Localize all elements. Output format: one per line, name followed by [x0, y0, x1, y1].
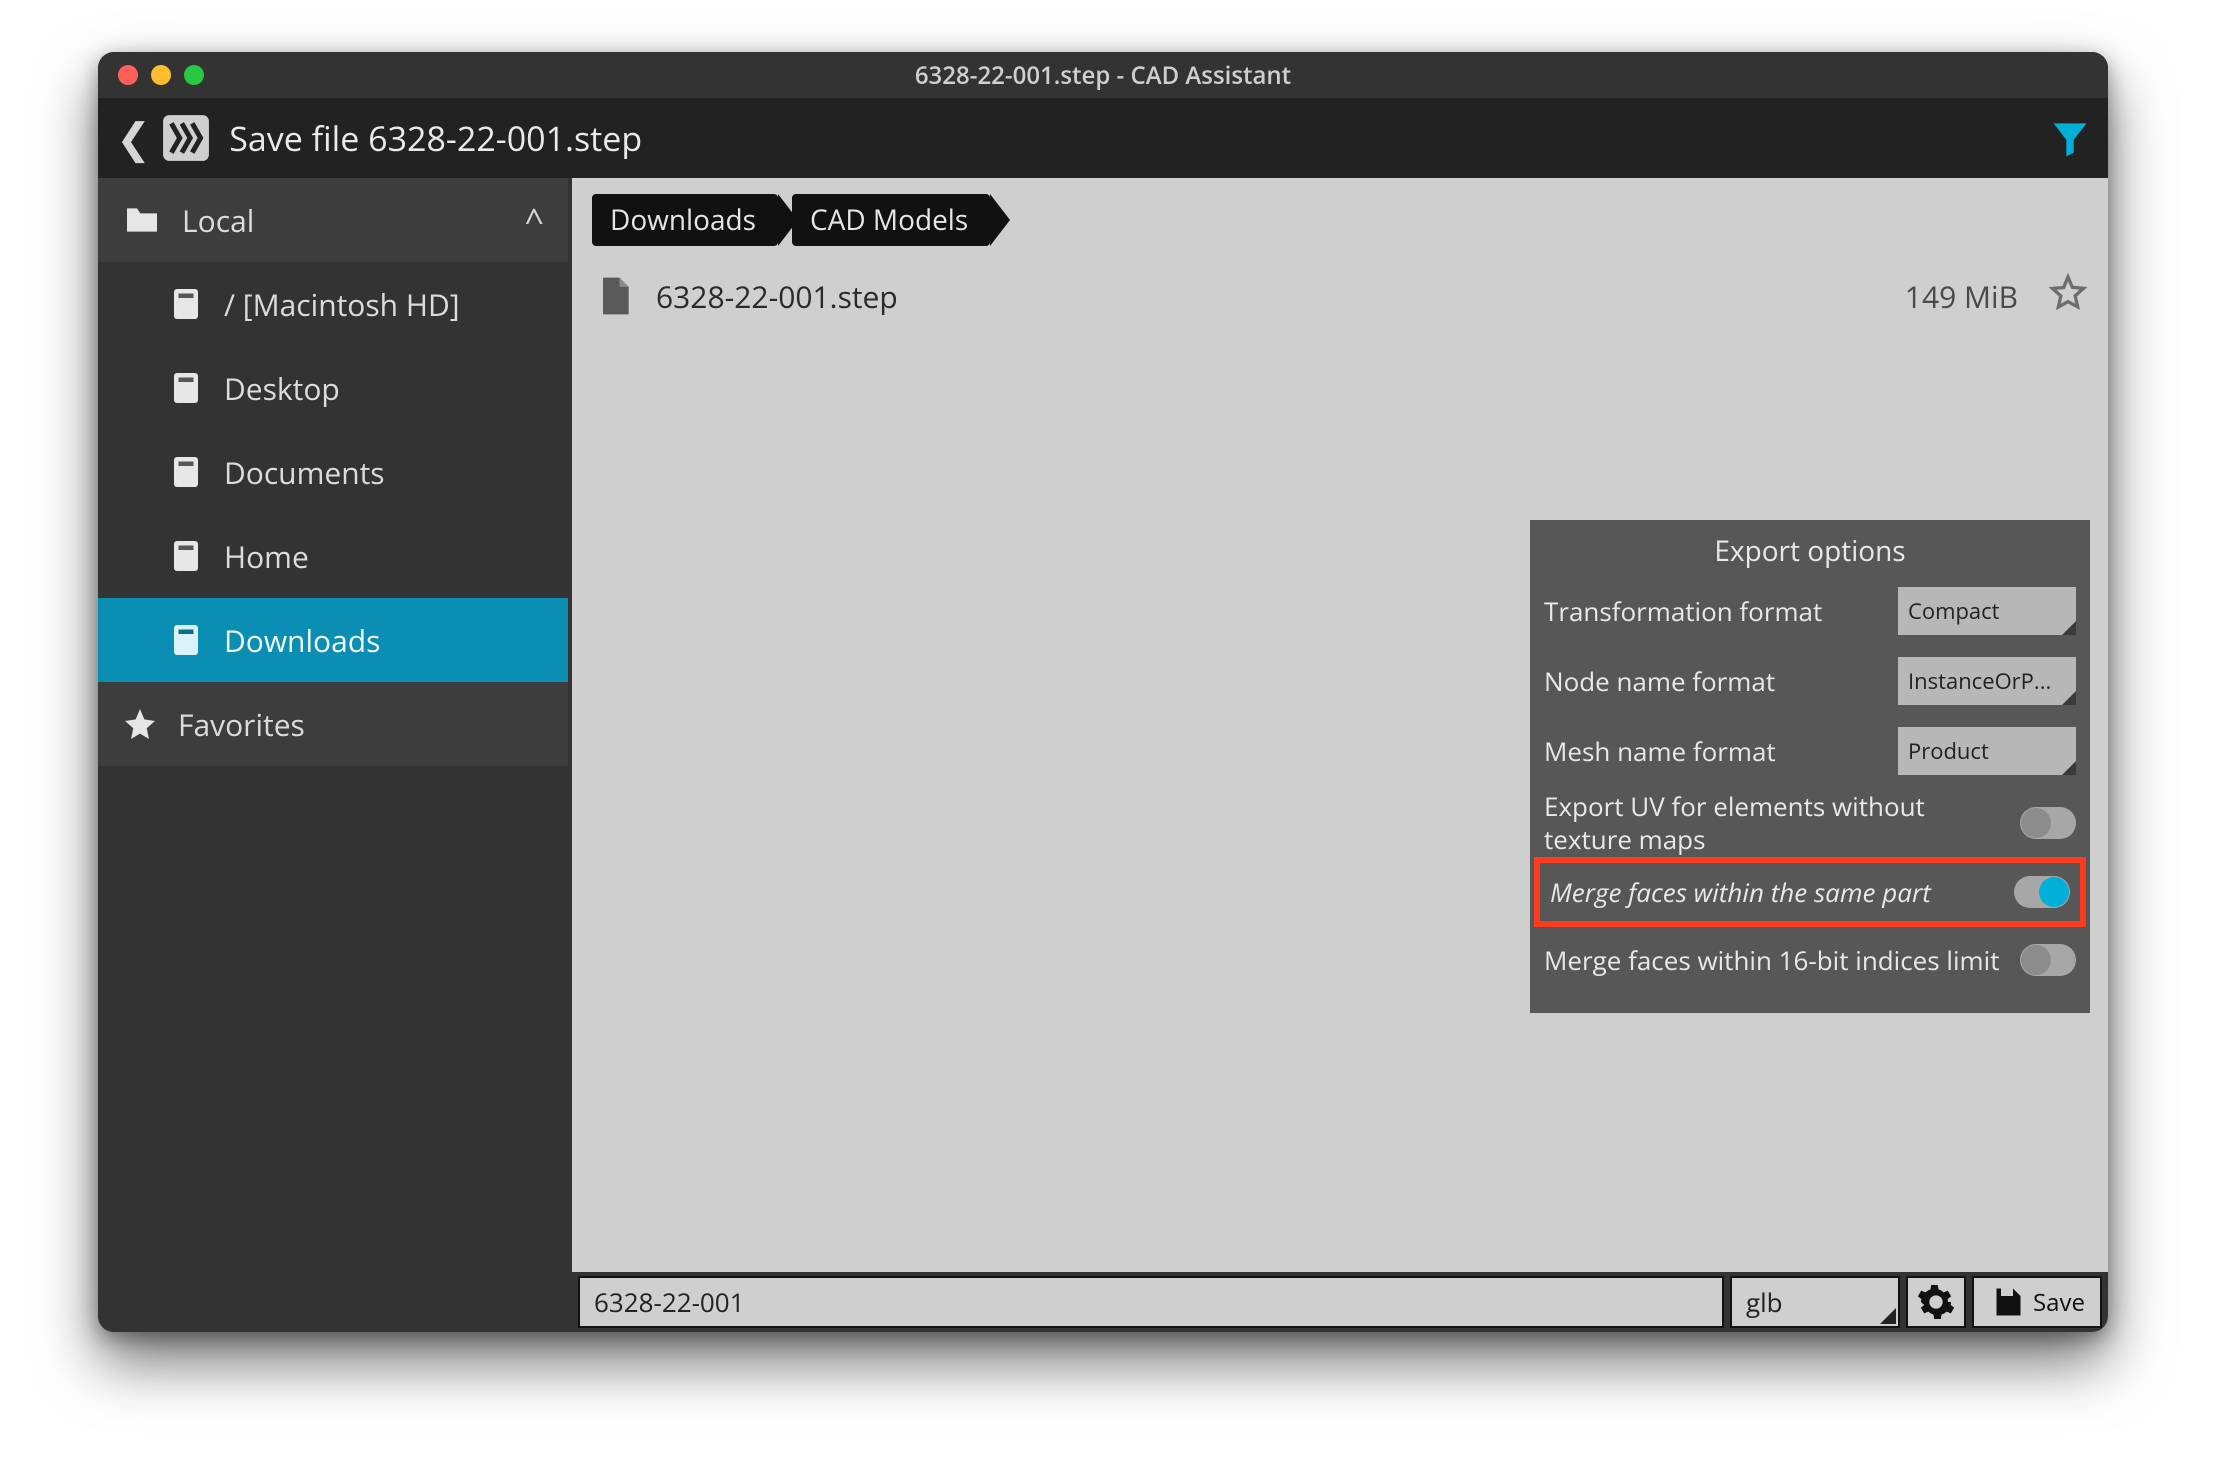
option-label: Merge faces within 16-bit indices limit: [1544, 944, 2010, 977]
option-label: Transformation format: [1544, 595, 1888, 628]
drive-icon: [168, 538, 204, 574]
funnel-icon: [2048, 116, 2092, 160]
back-button[interactable]: ❮: [114, 117, 153, 159]
node-name-format-select[interactable]: InstanceOrP...: [1898, 657, 2076, 705]
export-uv-toggle[interactable]: [2020, 807, 2076, 839]
star-outline-icon: [2048, 272, 2088, 312]
sidebar-root-label: Local: [182, 200, 254, 241]
merge-16bit-toggle[interactable]: [2020, 944, 2076, 976]
close-window-button[interactable]: [118, 65, 138, 85]
page-title: Save file 6328-22-001.step: [229, 115, 2040, 161]
option-mesh-name-format: Mesh name format Product: [1544, 716, 2076, 786]
gear-icon: [1916, 1282, 1956, 1322]
chevron-left-icon: ❮: [116, 109, 151, 166]
sidebar-favorites[interactable]: Favorites: [98, 682, 568, 766]
export-options-panel: Export options Transformation format Com…: [1530, 520, 2090, 1013]
option-label: Node name format: [1544, 665, 1888, 698]
zoom-window-button[interactable]: [184, 65, 204, 85]
drive-icon: [168, 622, 204, 658]
option-label: Export UV for elements without texture m…: [1544, 790, 2010, 855]
titlebar: 6328-22-001.step - CAD Assistant: [98, 52, 2108, 98]
file-size: 149 MiB: [1905, 276, 2018, 317]
drive-icon: [168, 454, 204, 490]
option-transformation-format: Transformation format Compact: [1544, 576, 2076, 646]
option-label: Mesh name format: [1544, 735, 1888, 768]
transformation-format-select[interactable]: Compact: [1898, 587, 2076, 635]
export-options-title: Export options: [1544, 528, 2076, 576]
window-controls: [118, 65, 204, 85]
drive-icon: [168, 370, 204, 406]
save-icon: [1989, 1284, 2025, 1320]
file-row[interactable]: 6328-22-001.step 149 MiB: [592, 260, 2088, 332]
sidebar-item-label: Documents: [224, 452, 385, 493]
drive-icon: [168, 286, 204, 322]
app-window: 6328-22-001.step - CAD Assistant ❮ Save …: [98, 52, 2108, 1332]
format-select[interactable]: glb: [1730, 1276, 1900, 1328]
save-button[interactable]: Save: [1972, 1276, 2102, 1328]
main-panel: Downloads CAD Models 6328-22-001.step 14…: [568, 178, 2108, 1332]
breadcrumb-downloads[interactable]: Downloads: [592, 194, 778, 246]
settings-button[interactable]: [1906, 1276, 1966, 1328]
save-button-label: Save: [2033, 1286, 2085, 1319]
file-icon: [592, 274, 636, 318]
minimize-window-button[interactable]: [151, 65, 171, 85]
breadcrumb-cad-models[interactable]: CAD Models: [792, 194, 990, 246]
sidebar-item-downloads[interactable]: Downloads: [98, 598, 568, 682]
save-footer: 6328-22-001 glb Save: [572, 1272, 2108, 1332]
app-header: ❮ Save file 6328-22-001.step: [98, 98, 2108, 178]
option-node-name-format: Node name format InstanceOrP...: [1544, 646, 2076, 716]
sidebar: Local ^ / [Macintosh HD] Desktop: [98, 178, 568, 1332]
sidebar-item-documents[interactable]: Documents: [98, 430, 568, 514]
mesh-name-format-select[interactable]: Product: [1898, 727, 2076, 775]
sidebar-item-label: / [Macintosh HD]: [224, 284, 460, 325]
sidebar-item-label: Desktop: [224, 368, 340, 409]
app-logo-icon: [161, 113, 211, 163]
sidebar-root-local[interactable]: Local ^: [98, 178, 568, 262]
filter-button[interactable]: [2048, 116, 2092, 160]
filename-input[interactable]: 6328-22-001: [578, 1276, 1724, 1328]
option-export-uv: Export UV for elements without texture m…: [1544, 786, 2076, 859]
sidebar-item-macintosh-hd[interactable]: / [Macintosh HD]: [98, 262, 568, 346]
sidebar-favorites-label: Favorites: [178, 704, 305, 745]
file-name: 6328-22-001.step: [656, 276, 898, 317]
window-title: 6328-22-001.step - CAD Assistant: [98, 59, 2108, 92]
sidebar-item-label: Downloads: [224, 620, 380, 661]
option-merge-16bit: Merge faces within 16-bit indices limit: [1544, 925, 2076, 995]
sidebar-item-home[interactable]: Home: [98, 514, 568, 598]
chevron-up-icon: ^: [525, 197, 544, 243]
sidebar-item-label: Home: [224, 536, 309, 577]
favorite-toggle[interactable]: [2048, 272, 2088, 321]
option-label: Merge faces within the same part: [1550, 876, 2004, 909]
breadcrumb: Downloads CAD Models: [572, 178, 2108, 256]
folder-icon: [122, 200, 162, 240]
merge-same-part-toggle[interactable]: [2014, 876, 2070, 908]
sidebar-item-desktop[interactable]: Desktop: [98, 346, 568, 430]
option-merge-same-part: Merge faces within the same part: [1534, 857, 2086, 927]
star-icon: [122, 706, 158, 742]
